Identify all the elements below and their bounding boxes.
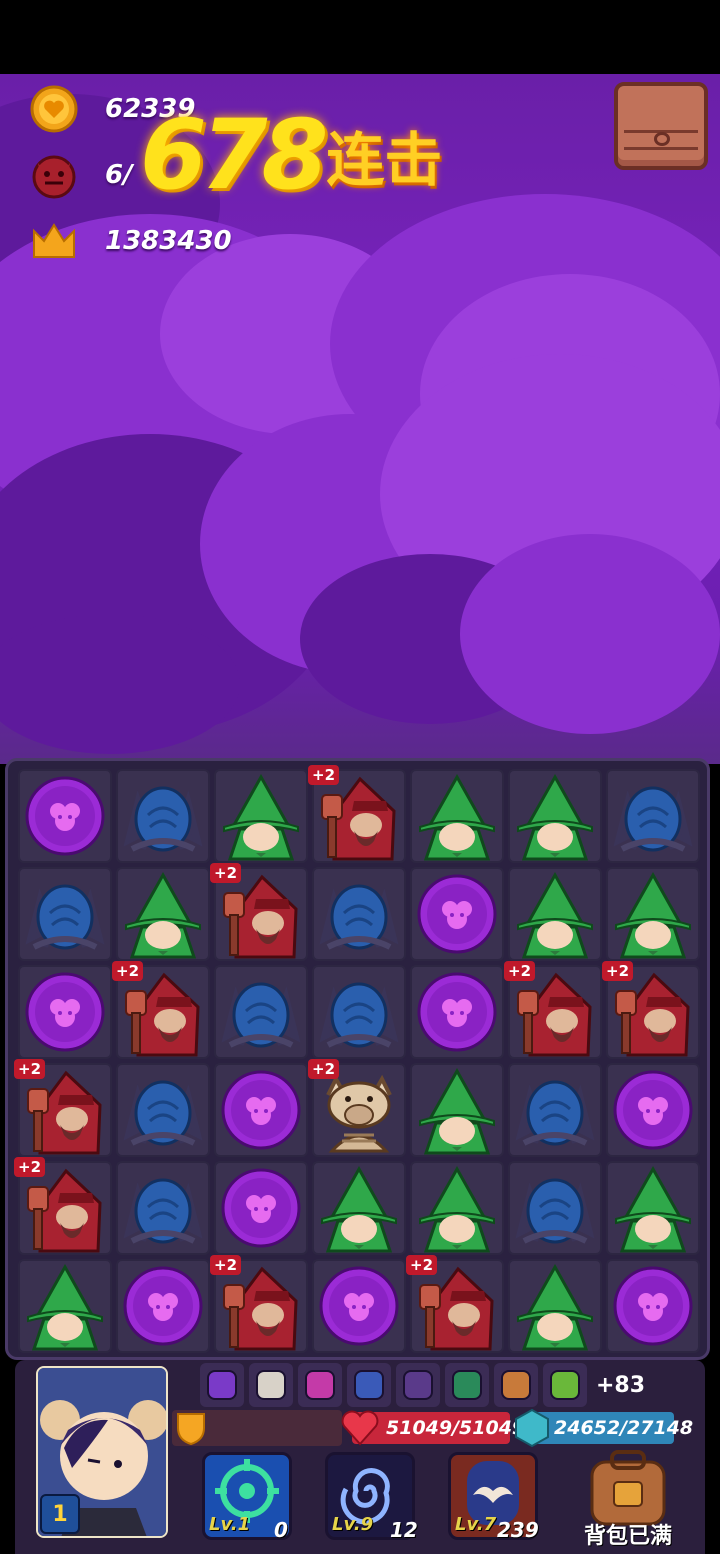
witch-tile[interactable] [508,769,602,863]
mage-tile[interactable]: +2 [406,1255,504,1353]
bonus-badge: +2 [308,765,340,785]
backpack-status: 背包已满 [583,1524,672,1549]
hexagon-gem-icon [515,1408,549,1448]
running-man-icon[interactable] [445,1363,489,1407]
arrow-icon[interactable] [494,1363,538,1407]
skill-level: Lv.1 [209,1514,251,1535]
bonus-badge: +2 [210,1255,242,1275]
egg-tile[interactable] [312,965,406,1059]
skill-count: 0 [274,1518,288,1542]
bonus-badge: +2 [14,1157,46,1177]
chest-lock-icon [654,132,670,146]
treasure-chest-button[interactable] [614,82,708,170]
mana-bar: 24652/27148 [515,1408,693,1448]
hammer-icon[interactable] [347,1363,391,1407]
skill-count: 12 [390,1518,418,1542]
mage-tile[interactable]: +2 [602,961,700,1059]
demon-scroll-icon[interactable] [298,1363,342,1407]
bonus-badge: +2 [504,961,536,981]
witch-tile[interactable] [606,1161,700,1255]
orb-tile[interactable] [214,1161,308,1255]
match-board: +2 +2 +2 +2 +2 +2 +2 +2 +2 +2 [5,758,710,1360]
mana-value: 24652/27148 [554,1417,694,1439]
bonus-badge: +2 [406,1255,438,1275]
heart-coin-icon [30,85,78,133]
skill-count: 239 [497,1518,539,1542]
mage-tile[interactable]: +2 [308,765,406,863]
orb-tile[interactable] [116,1259,210,1353]
potion-icon[interactable] [396,1363,440,1407]
witch-tile[interactable] [116,867,210,961]
witch-tile[interactable] [410,1063,504,1157]
mage-tile[interactable]: +2 [14,1059,112,1157]
egg-tile[interactable] [508,1161,602,1255]
skill-level: Lv.7 [455,1514,497,1535]
egg-tile[interactable] [116,1161,210,1255]
mage-tile[interactable]: +2 [14,1157,112,1255]
combo-banner: 678 连击 [140,95,442,215]
mage-tile[interactable]: +2 [210,863,308,961]
mage-tile[interactable]: +2 [504,961,602,1059]
shield-bar [172,1410,342,1446]
demon-face-icon [30,151,78,199]
crown-icon [30,217,78,265]
egg-tile[interactable] [214,965,308,1059]
witch-tile[interactable] [410,1161,504,1255]
enemy-value: 6/ [105,160,133,190]
bonus-badge: +2 [14,1059,46,1079]
skill-level: Lv.9 [332,1514,374,1535]
orb-tile[interactable] [606,1063,700,1157]
boar-tile[interactable]: +2 [308,1059,406,1157]
backpack-button[interactable]: 背包已满 [578,1448,678,1554]
coin-counter: 62339 [30,84,195,134]
hp-value: 51049/51049 [386,1417,526,1439]
mage-tile[interactable]: +2 [210,1255,308,1353]
orb-tile[interactable] [410,867,504,961]
hero-level: 1 [52,1501,68,1527]
egg-tile[interactable] [116,1063,210,1157]
mage-tile[interactable]: +2 [112,961,210,1059]
orb-tile[interactable] [606,1259,700,1353]
orb-tile[interactable] [214,1063,308,1157]
status-bar-area [0,0,720,74]
witch-tile[interactable] [606,867,700,961]
combo-count: 678 [140,99,328,211]
horn-icon[interactable] [543,1363,587,1407]
witch-tile[interactable] [508,1259,602,1353]
heart-icon [341,1410,379,1446]
egg-tile[interactable] [508,1063,602,1157]
spellbook-icon[interactable] [200,1363,244,1407]
hero-level-badge: 1 [40,1494,80,1534]
game-screen: 62339 6/ 1383430 678 连击 +2 +2 +2 +2 +2 +2 +2 +2… [0,0,720,1554]
bonus-badge: +2 [210,863,242,883]
egg-tile[interactable] [116,769,210,863]
bonus-badge: +2 [112,961,144,981]
egg-tile[interactable] [18,867,112,961]
orb-tile[interactable] [18,965,112,1059]
orb-tile[interactable] [18,769,112,863]
score-counter: 1383430 [30,216,232,266]
bonus-badge: +2 [602,961,634,981]
score-value: 1383430 [105,226,232,256]
shield-icon [177,1413,205,1446]
orb-tile[interactable] [312,1259,406,1353]
witch-tile[interactable] [410,769,504,863]
buff-row: +83 [200,1363,645,1407]
egg-tile[interactable] [312,867,406,961]
enemy-counter: 6/ [30,150,133,200]
more-buffs-count[interactable]: +83 [596,1373,645,1398]
orb-tile[interactable] [410,965,504,1059]
bonus-badge: +2 [308,1059,340,1079]
holy-cross-icon[interactable] [249,1363,293,1407]
egg-tile[interactable] [606,769,700,863]
witch-tile[interactable] [508,867,602,961]
witch-tile[interactable] [214,769,308,863]
witch-tile[interactable] [312,1161,406,1255]
combo-label: 连击 [326,126,443,194]
backpack-icon [590,1450,666,1526]
hp-bar: 51049/51049 [341,1410,525,1446]
witch-tile[interactable] [18,1259,112,1353]
